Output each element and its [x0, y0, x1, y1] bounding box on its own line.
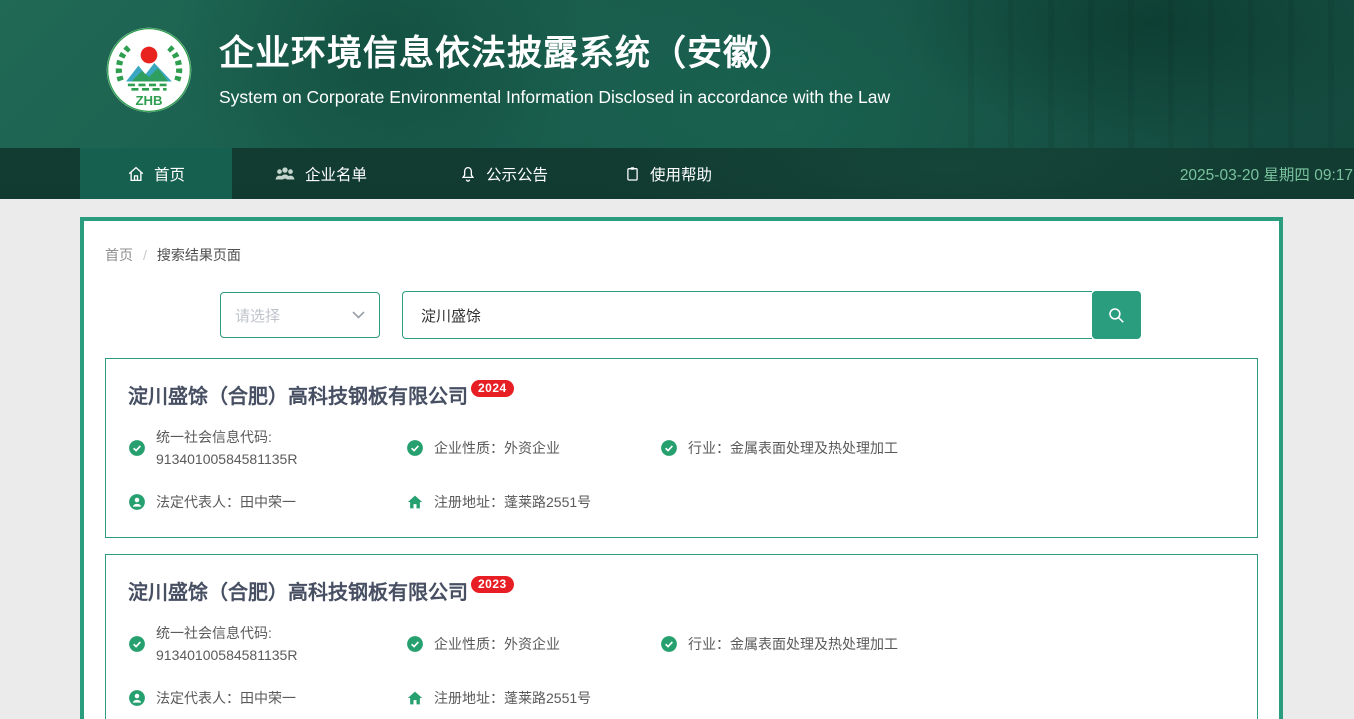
- credit-code-value: 91340100584581135R: [156, 451, 297, 467]
- chevron-down-icon: [352, 311, 365, 319]
- field-legal-rep: 法定代表人：田中荣一: [128, 491, 406, 513]
- page-subtitle: System on Corporate Environmental Inform…: [219, 87, 890, 108]
- field-industry: 行业：金属表面处理及热处理加工: [660, 426, 1235, 470]
- year-badge: 2024: [471, 380, 514, 397]
- nav-item-home[interactable]: 首页: [80, 148, 232, 199]
- current-datetime: 2025-03-20 星期四 09:17: [1180, 148, 1354, 199]
- result-card: 淀川盛馀（合肥）高科技钢板有限公司2023 统一社会信息代码: 913401005…: [105, 554, 1258, 719]
- legal-rep-text: 法定代表人：田中荣一: [156, 687, 296, 709]
- field-enterprise-type: 企业性质：外资企业: [406, 426, 660, 470]
- clipboard-icon: [624, 165, 641, 183]
- bell-icon: [459, 165, 477, 183]
- field-credit-code: 统一社会信息代码: 91340100584581135R: [128, 426, 406, 470]
- main-panel: 首页 / 搜索结果页面 请选择 淀川盛馀（合肥）高科技钢板有限公司2024: [80, 217, 1283, 719]
- page-title: 企业环境信息依法披露系统（安徽）: [219, 33, 890, 75]
- magnifier-icon: [1107, 306, 1126, 325]
- credit-code-value: 91340100584581135R: [156, 647, 297, 663]
- industry-text: 行业：金属表面处理及热处理加工: [688, 633, 898, 655]
- breadcrumb-current: 搜索结果页面: [157, 245, 241, 265]
- nav-item-company-list[interactable]: 企业名单: [262, 148, 379, 199]
- nav-item-label: 公示公告: [486, 163, 548, 185]
- industry-text: 行业：金属表面处理及热处理加工: [688, 437, 898, 459]
- badge-check-icon: [660, 439, 678, 457]
- house-icon: [406, 689, 424, 707]
- home-icon: [127, 165, 145, 183]
- person-icon: [128, 493, 146, 511]
- environmental-protection-logo-icon: ZHB: [105, 26, 193, 114]
- field-enterprise-type: 企业性质：外资企业: [406, 622, 660, 666]
- nav-item-announcements[interactable]: 公示公告: [447, 148, 560, 199]
- nav-item-label: 首页: [154, 163, 185, 185]
- address-text: 注册地址：蓬莱路2551号: [434, 687, 591, 709]
- result-card: 淀川盛馀（合肥）高科技钢板有限公司2024 统一社会信息代码: 913401005…: [105, 358, 1258, 538]
- breadcrumb-home-link[interactable]: 首页: [105, 245, 133, 265]
- year-badge: 2023: [471, 576, 514, 593]
- enterprise-type-text: 企业性质：外资企业: [434, 633, 560, 655]
- credit-code-label: 统一社会信息代码:: [156, 625, 272, 641]
- badge-check-icon: [406, 635, 424, 653]
- field-industry: 行业：金属表面处理及热处理加工: [660, 622, 1235, 666]
- field-legal-rep: 法定代表人：田中荣一: [128, 687, 406, 709]
- enterprise-type-text: 企业性质：外资企业: [434, 437, 560, 459]
- nav-item-help[interactable]: 使用帮助: [612, 148, 724, 199]
- badge-check-icon: [660, 635, 678, 653]
- breadcrumb: 首页 / 搜索结果页面: [105, 245, 1258, 265]
- house-icon: [406, 493, 424, 511]
- person-icon: [128, 689, 146, 707]
- site-header: ZHB 企业环境信息依法披露系统（安徽） System on Corporate…: [0, 0, 1354, 148]
- nav-item-label: 使用帮助: [650, 163, 712, 185]
- field-credit-code: 统一社会信息代码: 91340100584581135R: [128, 622, 406, 666]
- badge-check-icon: [406, 439, 424, 457]
- badge-check-icon: [128, 635, 146, 653]
- breadcrumb-separator: /: [143, 247, 147, 263]
- logo-zhb-text: ZHB: [135, 93, 162, 108]
- nav-item-label: 企业名单: [305, 163, 367, 185]
- badge-check-icon: [128, 439, 146, 457]
- legal-rep-text: 法定代表人：田中荣一: [156, 491, 296, 513]
- search-bar: 请选择: [220, 291, 1258, 339]
- field-address: 注册地址：蓬莱路2551号: [406, 687, 660, 709]
- company-name-link[interactable]: 淀川盛馀（合肥）高科技钢板有限公司: [128, 582, 468, 604]
- company-name-link[interactable]: 淀川盛馀（合肥）高科技钢板有限公司: [128, 386, 468, 408]
- field-address: 注册地址：蓬莱路2551号: [406, 491, 660, 513]
- credit-code-label: 统一社会信息代码:: [156, 429, 272, 445]
- category-select[interactable]: 请选择: [220, 292, 380, 338]
- search-button[interactable]: [1092, 291, 1141, 339]
- people-icon: [274, 165, 296, 183]
- main-navbar: 首页 企业名单 公示公告 使用帮助 2025-03-20 星期四 09:17: [0, 148, 1354, 199]
- select-placeholder: 请选择: [235, 305, 280, 326]
- search-input[interactable]: [402, 291, 1092, 339]
- address-text: 注册地址：蓬莱路2551号: [434, 491, 591, 513]
